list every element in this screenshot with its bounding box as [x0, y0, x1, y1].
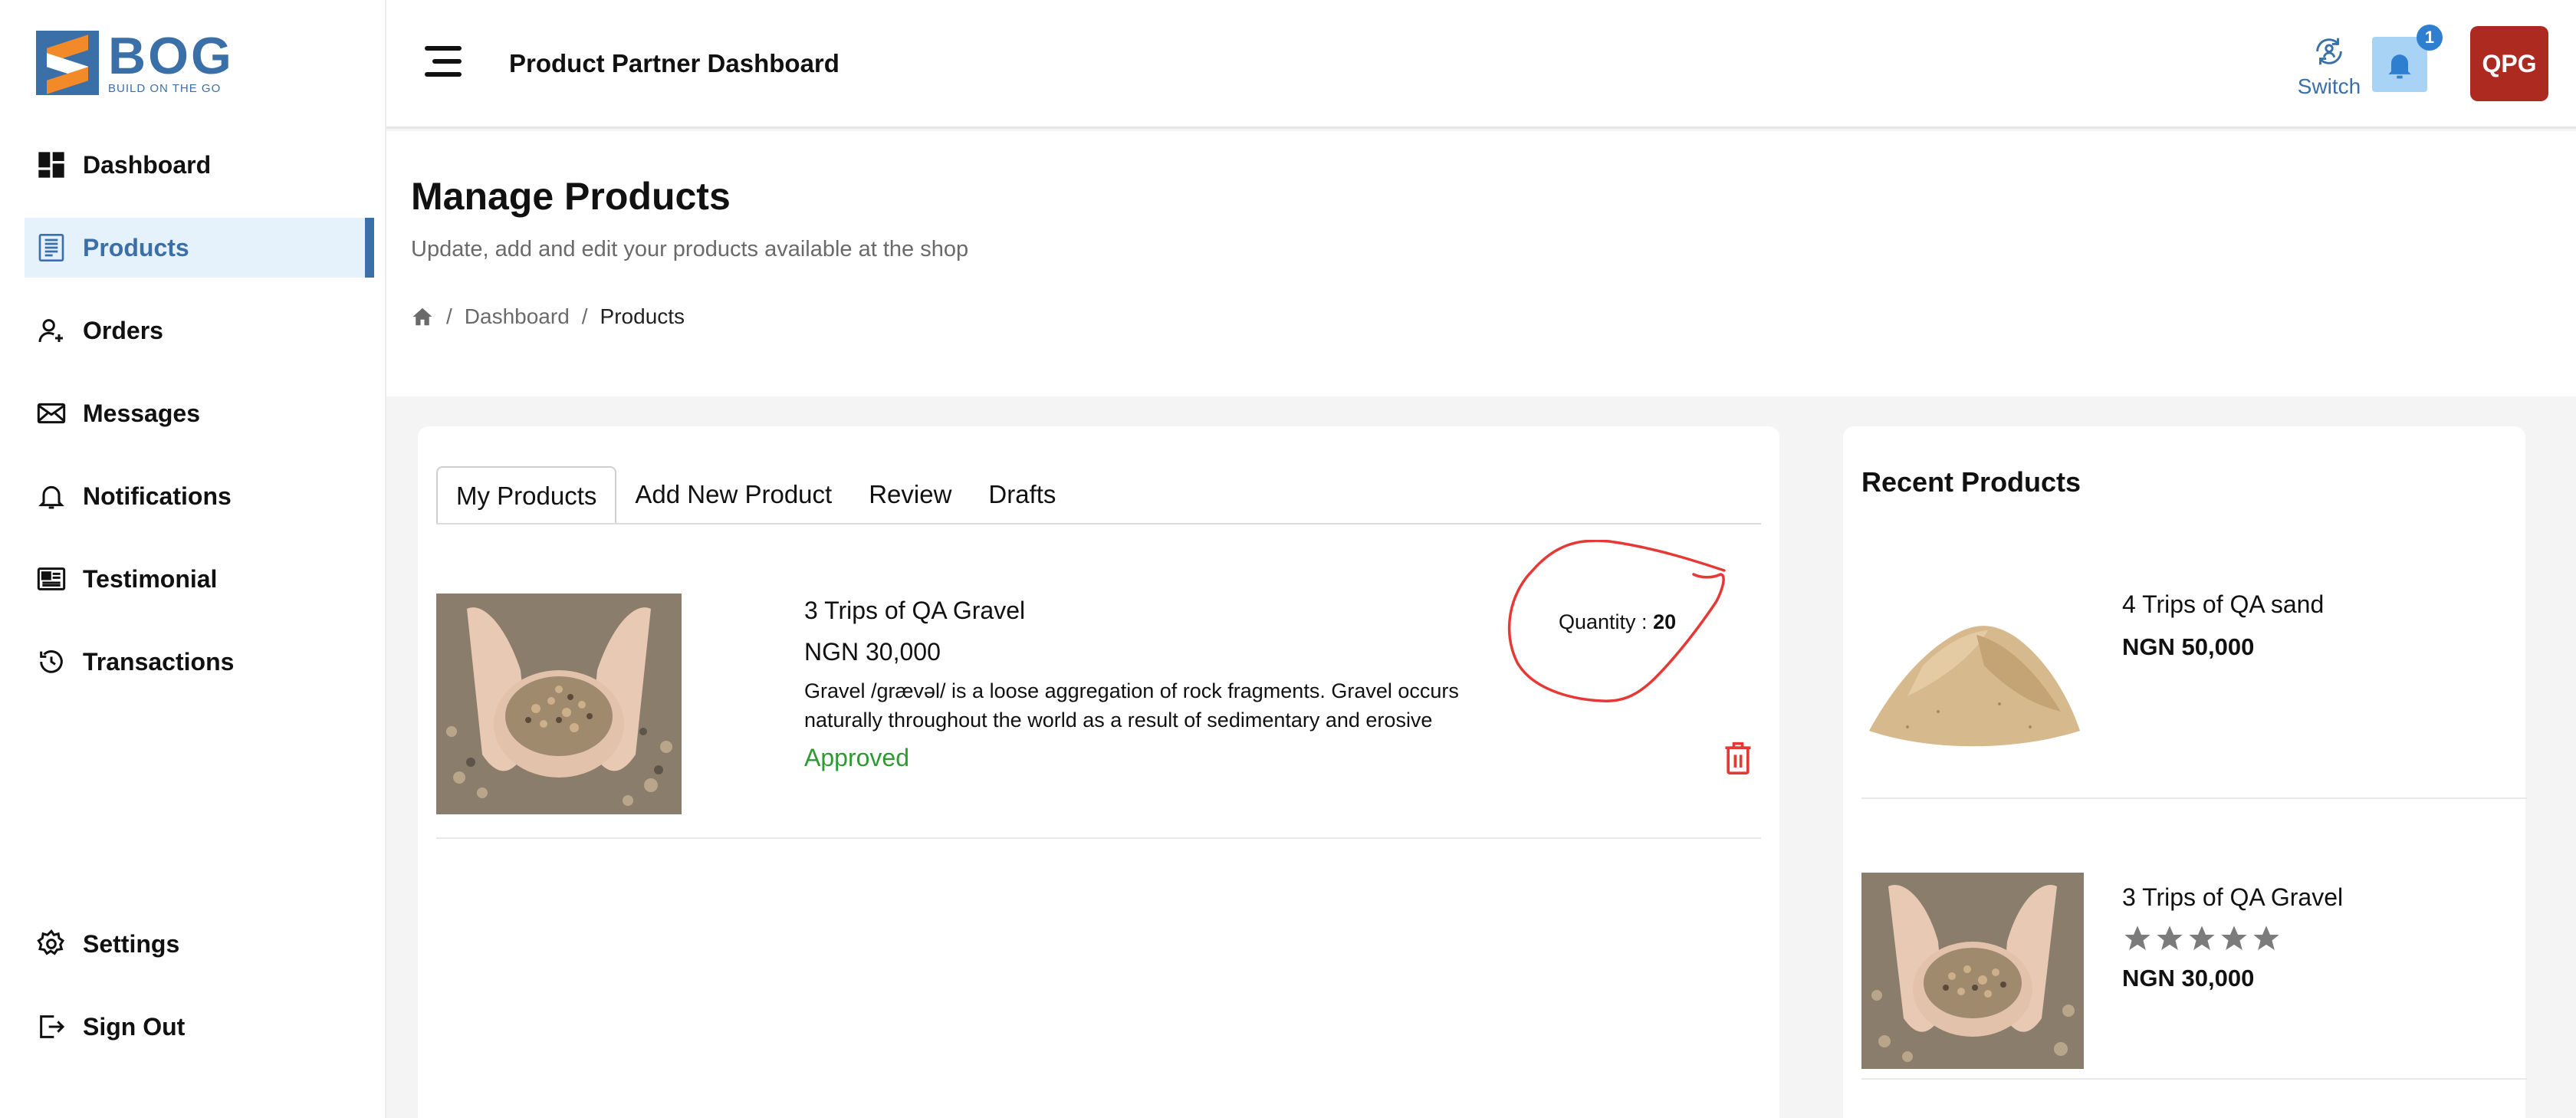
sidebar-item-sign-out[interactable]: Sign Out — [25, 997, 374, 1057]
home-icon[interactable] — [411, 305, 434, 328]
tabs-divider — [436, 523, 1761, 524]
breadcrumb-separator: / — [581, 304, 588, 328]
sign-out-icon — [35, 1011, 67, 1043]
recent-product-name[interactable]: 4 Trips of QA sand — [2122, 590, 2324, 619]
sidebar-item-label: Transactions — [83, 647, 235, 676]
sidebar-item-label: Settings — [83, 929, 180, 958]
brand-tagline: BUILD ON THE GO — [108, 81, 222, 95]
products-panel: My Products Add New Product Review Draft… — [418, 426, 1779, 1118]
sidebar: BOG BUILD ON THE GO Dashboard Products O… — [0, 0, 386, 1118]
brand-logo[interactable]: BOG BUILD ON THE GO — [36, 26, 234, 95]
product-image[interactable] — [1861, 873, 2084, 1069]
sidebar-item-orders[interactable]: Orders — [25, 301, 374, 360]
sidebar-item-transactions[interactable]: Transactions — [25, 632, 374, 692]
dashboard-icon — [35, 149, 67, 181]
product-name[interactable]: 3 Trips of QA Gravel — [804, 597, 1025, 625]
star-icon — [2189, 926, 2215, 950]
star-icon — [2157, 926, 2183, 950]
switch-account-button[interactable]: Switch — [2291, 34, 2367, 99]
breadcrumb-dashboard-link[interactable]: Dashboard — [465, 304, 570, 329]
status-badge: Approved — [804, 744, 909, 771]
breadcrumb-current: Products — [600, 304, 685, 328]
star-icon — [2124, 926, 2150, 950]
orders-icon — [35, 314, 67, 347]
page-subtitle: Update, add and edit your products avail… — [411, 237, 969, 261]
product-tabs: My Products Add New Product Review Draft… — [436, 466, 1074, 524]
sidebar-item-notifications[interactable]: Notifications — [25, 466, 374, 526]
sidebar-item-label: Sign Out — [83, 1012, 186, 1041]
delete-icon[interactable] — [1721, 739, 1755, 776]
list-item[interactable]: 3 Trips of QA Gravel NGN 30,000 — [1861, 873, 2527, 1080]
star-icon — [2221, 926, 2247, 950]
sidebar-item-label: Notifications — [83, 482, 232, 510]
product-image[interactable] — [436, 594, 682, 814]
switch-label: Switch — [2297, 74, 2361, 98]
avatar[interactable]: QPG — [2470, 26, 2548, 101]
products-icon — [35, 232, 67, 264]
tab-my-products[interactable]: My Products — [436, 466, 617, 524]
gear-icon — [35, 928, 67, 960]
recent-products-panel: Recent Products 4 Trips of QA sand NGN 5… — [1843, 426, 2527, 1118]
top-header: Product Partner Dashboard Switch 1 QPG — [386, 0, 2576, 129]
history-icon — [35, 646, 67, 678]
tab-drafts[interactable]: Drafts — [970, 466, 1074, 524]
notification-count-badge: 1 — [2417, 25, 2443, 51]
tab-review[interactable]: Review — [850, 466, 970, 524]
product-row[interactable]: 3 Trips of QA Gravel NGN 30,000 Gravel /… — [436, 540, 1761, 839]
sidebar-item-label: Orders — [83, 316, 163, 344]
breadcrumb: / Dashboard / Products — [411, 304, 685, 329]
product-rating — [2122, 923, 2282, 954]
quantity-label: Quantity : — [1559, 610, 1654, 633]
sidebar-item-testimonial[interactable]: Testimonial — [25, 549, 374, 609]
list-item[interactable]: 4 Trips of QA sand NGN 50,000 — [1861, 551, 2527, 799]
header-title: Product Partner Dashboard — [509, 49, 840, 77]
tab-add-new-product[interactable]: Add New Product — [616, 466, 850, 524]
product-image[interactable] — [1861, 551, 2084, 773]
recent-product-price: NGN 30,000 — [2122, 965, 2255, 991]
brand-name: BOG — [108, 26, 234, 85]
sidebar-item-products[interactable]: Products — [25, 218, 374, 278]
menu-toggle-icon[interactable] — [425, 46, 462, 77]
quantity-value: 20 — [1653, 610, 1677, 633]
page-title: Manage Products — [411, 175, 731, 218]
breadcrumb-separator: / — [446, 304, 452, 328]
sidebar-item-label: Testimonial — [83, 564, 218, 593]
recent-products-title: Recent Products — [1861, 466, 2082, 498]
star-icon — [2253, 926, 2279, 950]
logo-mark-icon — [36, 31, 99, 95]
product-description: Gravel /ɡrævəl/ is a loose aggregation o… — [804, 679, 1459, 732]
switch-icon — [2316, 38, 2342, 65]
page-header: Manage Products Update, add and edit you… — [386, 131, 2576, 396]
sidebar-item-label: Dashboard — [83, 150, 212, 179]
sidebar-item-messages[interactable]: Messages — [25, 383, 374, 443]
envelope-icon — [35, 397, 67, 429]
newspaper-icon — [35, 563, 67, 595]
sidebar-item-label: Messages — [83, 399, 200, 427]
bell-icon — [2388, 54, 2411, 79]
sidebar-item-settings[interactable]: Settings — [25, 914, 374, 974]
sidebar-item-label: Products — [83, 233, 189, 261]
recent-product-name[interactable]: 3 Trips of QA Gravel — [2122, 883, 2343, 912]
sidebar-item-dashboard[interactable]: Dashboard — [25, 135, 374, 195]
bell-icon — [35, 480, 67, 512]
product-price: NGN 30,000 — [804, 638, 941, 666]
recent-product-price: NGN 50,000 — [2122, 633, 2255, 660]
product-quantity: Quantity : 20 — [1559, 610, 1676, 634]
